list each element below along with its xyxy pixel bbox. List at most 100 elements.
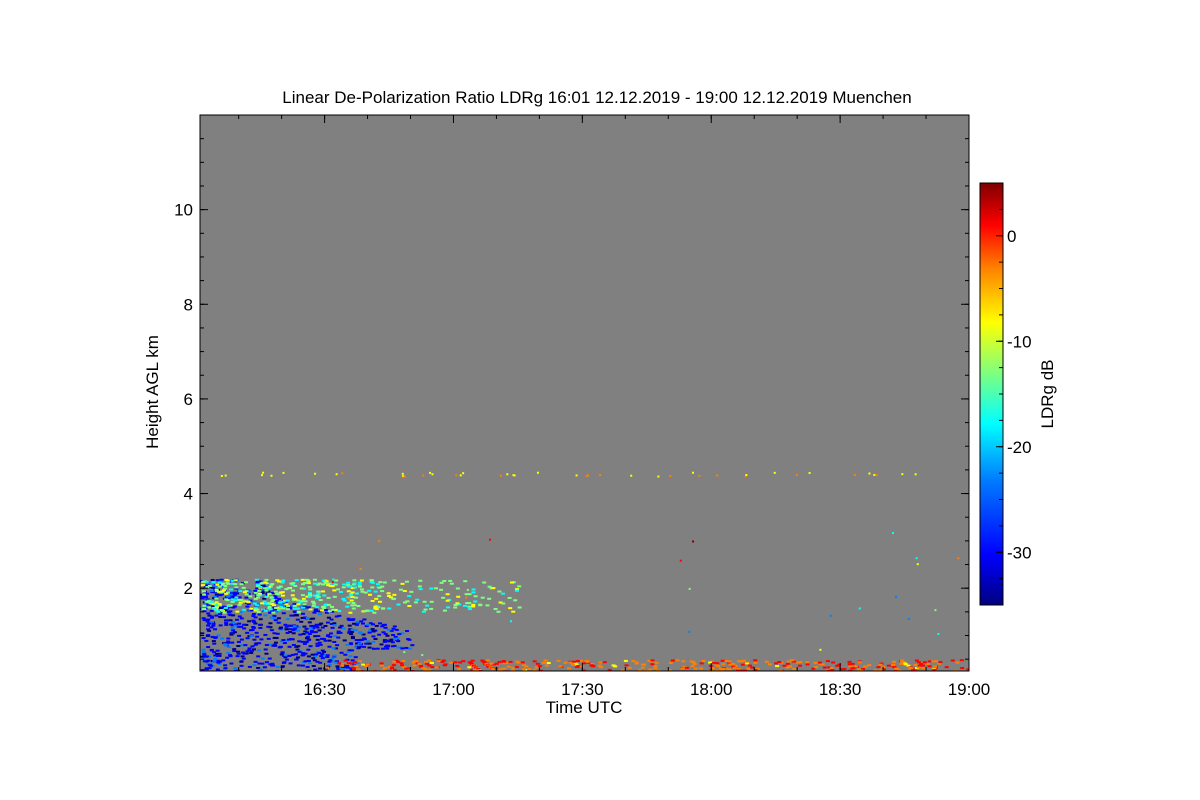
pixel: [207, 629, 212, 632]
pixel: [517, 585, 522, 588]
pixel: [332, 624, 337, 627]
pixel: [223, 644, 228, 647]
x-tick-label: 18:30: [819, 680, 862, 699]
pixel: [233, 583, 238, 586]
pixel: [568, 661, 573, 664]
pixel: [955, 661, 960, 664]
chart-title: Linear De-Polarization Ratio LDRg 16:01 …: [282, 88, 911, 107]
pixel: [289, 614, 294, 617]
pixel: [230, 600, 235, 603]
pixel: [493, 608, 498, 611]
pixel: [455, 602, 460, 605]
pixel: [332, 654, 337, 657]
pixel: [292, 625, 297, 628]
pixel: [317, 582, 322, 585]
pixel: [938, 661, 943, 664]
pixel: [225, 656, 230, 659]
y-axis-label: Height AGL km: [143, 335, 162, 449]
pixel: [251, 648, 256, 651]
pixel: [302, 603, 307, 606]
pixel: [418, 579, 423, 582]
pixel: [563, 661, 568, 664]
pixel: [640, 666, 645, 669]
pixel: [378, 581, 383, 584]
pixel: [411, 661, 416, 664]
y-tick-label: 4: [184, 485, 193, 504]
pixel: [237, 598, 242, 601]
pixel: [441, 596, 446, 599]
pixel: [268, 608, 273, 611]
pixel: [508, 660, 513, 663]
pixel: [342, 639, 347, 642]
pixel: [306, 655, 311, 658]
pixel: [623, 659, 628, 662]
speckle: [937, 632, 940, 635]
pixel: [213, 636, 218, 639]
pixel: [903, 663, 908, 666]
pixel: [509, 581, 514, 584]
pixel: [231, 629, 236, 632]
pixel: [745, 662, 750, 665]
pixel: [215, 583, 220, 586]
pixel: [732, 666, 737, 669]
pixel: [346, 601, 351, 604]
pixel: [415, 598, 420, 601]
pixel: [345, 605, 350, 608]
pixel: [394, 628, 399, 631]
pixel: [720, 659, 725, 662]
pixel: [497, 660, 502, 663]
colorbar-tick-label: -10: [1007, 332, 1032, 351]
pixel: [382, 640, 387, 643]
pixel: [543, 659, 548, 662]
pixel: [467, 605, 472, 608]
pixel: [286, 605, 291, 608]
pixel: [224, 598, 229, 601]
pixel: [367, 631, 372, 634]
pixel: [311, 665, 316, 668]
pixel: [427, 659, 432, 662]
pixel: [308, 662, 313, 665]
pixel: [257, 613, 262, 616]
pixel: [205, 600, 210, 603]
pixel: [294, 579, 299, 582]
pixel: [400, 647, 405, 650]
speckle: [698, 474, 701, 477]
pixel: [217, 585, 222, 588]
pixel: [274, 606, 279, 609]
pixel: [367, 589, 372, 592]
pixel: [417, 662, 422, 665]
pixel: [449, 582, 454, 585]
pixel: [434, 666, 439, 669]
pixel: [239, 617, 244, 620]
pixel: [498, 668, 503, 671]
pixel: [245, 631, 250, 634]
pixel: [260, 602, 265, 605]
pixel: [258, 585, 263, 588]
pixel: [234, 596, 239, 599]
pixel: [383, 626, 388, 629]
pixel: [867, 664, 872, 667]
pixel: [268, 622, 273, 625]
pixel: [247, 665, 252, 668]
pixel: [351, 601, 356, 604]
pixel: [693, 667, 698, 670]
speckle: [795, 473, 798, 476]
pixel: [699, 667, 704, 670]
y-tick-label: 8: [184, 295, 193, 314]
pixel: [245, 605, 250, 608]
pixel: [520, 661, 525, 664]
speckle: [462, 472, 465, 475]
speckle: [688, 630, 691, 633]
pixel: [302, 642, 307, 645]
pixel: [304, 578, 309, 581]
pixel: [229, 623, 234, 626]
pixel: [319, 655, 324, 658]
pixel: [396, 603, 401, 606]
pixel: [279, 653, 284, 656]
pixel: [218, 594, 223, 597]
pixel: [345, 666, 350, 669]
speckle: [916, 563, 919, 566]
pixel: [670, 659, 675, 662]
pixel: [375, 647, 380, 650]
pixel: [348, 655, 353, 658]
